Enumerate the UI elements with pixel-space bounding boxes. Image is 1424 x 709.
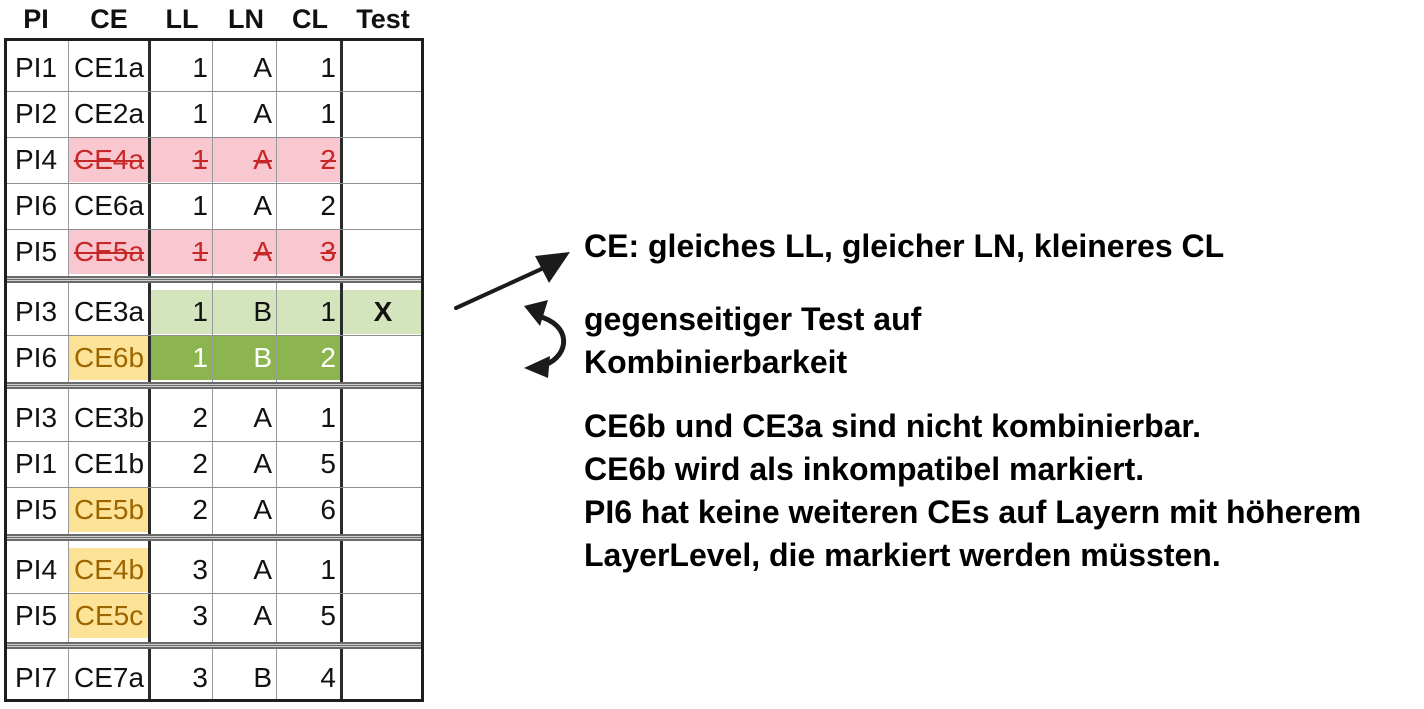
arrows-overlay <box>454 252 570 378</box>
circular-swap-arrow-icon <box>524 300 567 378</box>
arrow-right-up-icon <box>454 252 570 310</box>
